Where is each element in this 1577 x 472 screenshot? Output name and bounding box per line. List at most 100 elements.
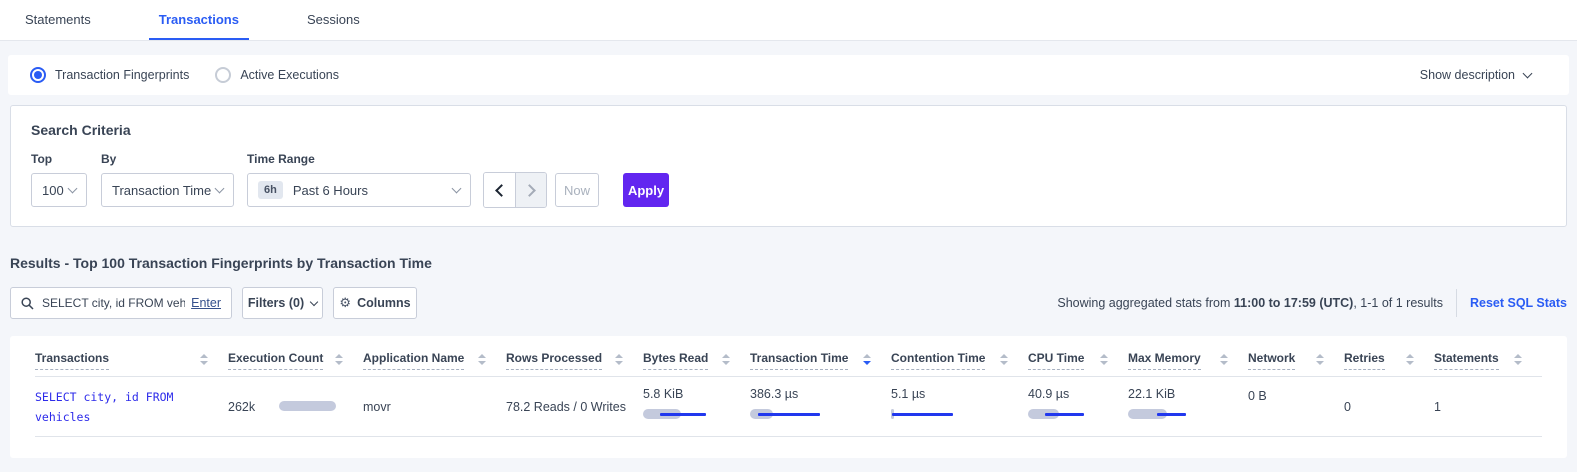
contention-time-bar	[891, 408, 981, 420]
chevron-down-icon	[452, 184, 462, 194]
time-range-select[interactable]: 6h Past 6 Hours	[247, 173, 471, 207]
top-select[interactable]: 100	[31, 173, 87, 207]
search-criteria-card: Search Criteria Top 100 By Transaction T…	[10, 105, 1567, 227]
sort-icon	[1406, 351, 1414, 365]
sort-icon	[1514, 351, 1522, 365]
time-range-value: Past 6 Hours	[293, 183, 368, 198]
stats-summary-prefix: Showing aggregated stats from	[1057, 296, 1234, 310]
max-memory-bar	[1128, 408, 1218, 420]
sort-icon	[200, 351, 208, 365]
transaction-fingerprint-link[interactable]: SELECT city, id FROM vehicles	[35, 377, 228, 436]
time-range-prev-button[interactable]	[484, 173, 515, 207]
top-label: Top	[31, 152, 101, 166]
tab-statements[interactable]: Statements	[15, 0, 101, 40]
transaction-time-bar	[750, 408, 840, 420]
time-range-badge: 6h	[258, 181, 283, 199]
column-header-contention-time[interactable]: Contention Time	[891, 351, 1028, 370]
cell-network: 0 B	[1248, 377, 1344, 436]
sort-icon	[478, 351, 486, 365]
show-description-toggle[interactable]: Show description	[1420, 68, 1531, 82]
search-submit[interactable]: Enter	[191, 296, 221, 310]
radio-label: Active Executions	[240, 68, 339, 82]
tab-sessions[interactable]: Sessions	[297, 0, 370, 40]
sort-icon	[1100, 351, 1108, 365]
time-range-field: Time Range 6h Past 6 Hours Now Apply	[247, 152, 669, 208]
radio-selected-icon	[30, 67, 46, 83]
search-box: Enter	[10, 287, 232, 319]
radio-label: Transaction Fingerprints	[55, 68, 189, 82]
column-header-transactions[interactable]: Transactions	[35, 351, 228, 370]
radio-transaction-fingerprints[interactable]: Transaction Fingerprints	[30, 67, 189, 83]
sort-icon	[1316, 351, 1324, 365]
by-field: By Transaction Time	[101, 152, 247, 208]
search-input[interactable]	[42, 296, 185, 310]
chevron-left-icon	[495, 184, 508, 197]
cell-contention-time: 5.1 µs	[891, 377, 1028, 436]
search-icon	[21, 297, 34, 310]
table-row: SELECT city, id FROM vehicles 262k movr …	[35, 377, 1542, 437]
reset-sql-stats-link[interactable]: Reset SQL Stats	[1470, 296, 1567, 310]
by-label: By	[101, 152, 247, 166]
sort-icon	[335, 351, 343, 365]
sort-icon	[615, 351, 623, 365]
view-toggle-strip: Transaction Fingerprints Active Executio…	[8, 55, 1569, 95]
column-header-cpu-time[interactable]: CPU Time	[1028, 351, 1128, 370]
radio-unselected-icon	[215, 67, 231, 83]
time-range-arrows	[483, 172, 547, 208]
cpu-time-bar	[1028, 408, 1118, 420]
column-header-application-name[interactable]: Application Name	[363, 351, 506, 370]
cell-max-memory: 22.1 KiB	[1128, 377, 1248, 436]
search-criteria-title: Search Criteria	[31, 122, 1546, 138]
chevron-down-icon	[215, 184, 225, 194]
by-select[interactable]: Transaction Time	[101, 173, 234, 207]
column-header-retries[interactable]: Retries	[1344, 351, 1434, 370]
stats-summary: Showing aggregated stats from 11:00 to 1…	[1057, 289, 1567, 317]
sort-icon	[1000, 351, 1008, 365]
cell-rows-processed: 78.2 Reads / 0 Writes	[506, 377, 643, 436]
results-heading: Results - Top 100 Transaction Fingerprin…	[10, 255, 1567, 271]
cell-transaction-time: 386.3 µs	[750, 377, 891, 436]
chevron-down-icon	[68, 184, 78, 194]
gear-icon: ⚙	[339, 296, 351, 311]
chevron-down-icon	[310, 297, 318, 305]
filters-button[interactable]: Filters (0)	[242, 287, 323, 319]
column-header-execution-count[interactable]: Execution Count	[228, 351, 363, 370]
chevron-right-icon	[523, 184, 536, 197]
time-range-label: Time Range	[247, 152, 669, 166]
stats-summary-suffix: , 1-1 of 1 results	[1353, 296, 1443, 310]
columns-button[interactable]: ⚙ Columns	[333, 287, 417, 319]
column-header-statements[interactable]: Statements	[1434, 351, 1542, 370]
now-button[interactable]: Now	[555, 173, 599, 207]
by-select-value: Transaction Time	[112, 183, 211, 198]
cell-retries: 0	[1344, 377, 1434, 436]
column-header-bytes-read[interactable]: Bytes Read	[643, 351, 750, 370]
sort-icon	[1220, 351, 1228, 365]
radio-active-executions[interactable]: Active Executions	[215, 67, 339, 83]
sort-desc-icon	[863, 351, 871, 365]
time-range-next-button[interactable]	[515, 173, 546, 207]
now-button-label: Now	[564, 183, 590, 198]
column-header-network[interactable]: Network	[1248, 351, 1344, 370]
results-controls: Enter Filters (0) ⚙ Columns Showing aggr…	[10, 287, 1567, 319]
column-header-max-memory[interactable]: Max Memory	[1128, 351, 1248, 370]
cell-bytes-read: 5.8 KiB	[643, 377, 750, 436]
column-header-transaction-time[interactable]: Transaction Time	[750, 351, 891, 370]
cell-execution-count: 262k	[228, 377, 363, 436]
show-description-label: Show description	[1420, 68, 1515, 82]
page-tabbar: Statements Transactions Sessions	[0, 0, 1577, 41]
filters-button-label: Filters (0)	[248, 296, 304, 310]
cell-statements: 1	[1434, 377, 1542, 436]
bytes-read-bar	[643, 408, 733, 420]
apply-button[interactable]: Apply	[623, 173, 669, 207]
stats-summary-range: 11:00 to 17:59 (UTC)	[1234, 296, 1353, 310]
columns-button-label: Columns	[357, 296, 410, 310]
cell-cpu-time: 40.9 µs	[1028, 377, 1128, 436]
tab-transactions[interactable]: Transactions	[149, 0, 249, 40]
cell-application-name: movr	[363, 377, 506, 436]
sort-icon	[722, 351, 730, 365]
table-header-row: Transactions Execution Count Application…	[35, 351, 1542, 370]
chevron-down-icon	[1523, 69, 1533, 79]
vertical-divider	[1456, 289, 1457, 317]
column-header-rows-processed[interactable]: Rows Processed	[506, 351, 643, 370]
execution-count-bar	[255, 400, 336, 414]
